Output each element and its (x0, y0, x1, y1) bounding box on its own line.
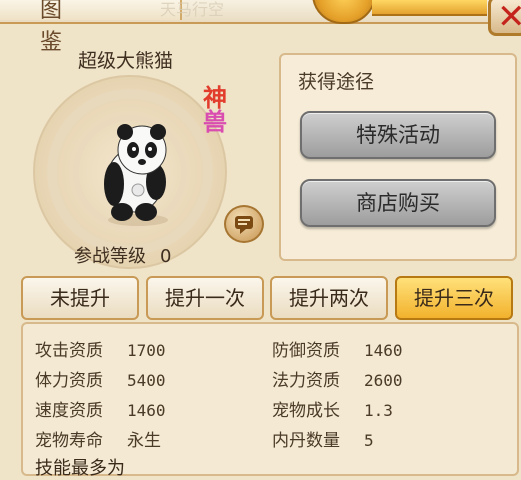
stat-label: 法力资质 (272, 371, 340, 391)
acquire-panel: 获得途径 特殊活动 商店购买 (279, 53, 517, 261)
stat-speed: 速度资质 1460 (35, 396, 166, 421)
stat-mana: 法力资质 2600 (272, 366, 403, 391)
stat-label: 宠物寿命 (35, 431, 103, 451)
stat-value: 1700 (127, 341, 166, 360)
stat-label: 防御资质 (272, 341, 340, 361)
stat-label: 宠物成长 (272, 401, 340, 421)
acquire-title: 获得途径 (298, 71, 375, 93)
stat-value: 5 (364, 431, 374, 450)
close-button[interactable]: ✕ (488, 0, 521, 37)
stat-attack: 攻击资质 1700 (35, 336, 166, 361)
stats-panel: 攻击资质 1700 体力资质 5400 速度资质 1460 宠物寿命 永生 防御资质 14… (21, 322, 519, 479)
header-decor-text: 天马行空 (160, 0, 225, 19)
close-icon: ✕ (497, 0, 521, 37)
stat-label: 体力资质 (35, 371, 103, 391)
shop-buy-button[interactable]: 商店购买 (300, 179, 496, 227)
stat-label: 攻击资质 (35, 341, 103, 361)
tab-no-upgrade[interactable]: 未提升 (21, 276, 139, 320)
stat-stamina: 体力资质 5400 (35, 366, 166, 391)
stat-lifespan: 宠物寿命 永生 (35, 426, 161, 451)
stat-value: 1460 (127, 401, 166, 420)
pet-name: 超级大熊猫 (78, 50, 174, 72)
stat-label: 速度资质 (35, 401, 103, 421)
tab-upgrade-thrice[interactable]: 提升三次 (395, 276, 513, 320)
chat-bubble-icon (235, 216, 253, 234)
stat-value: 永生 (127, 431, 161, 451)
stat-label: 内丹数量 (272, 431, 340, 451)
battle-level: 参战等级 0 (74, 242, 171, 268)
chat-button[interactable] (224, 205, 264, 243)
tab-upgrade-twice[interactable]: 提升两次 (270, 276, 388, 320)
stat-value: 2600 (364, 371, 403, 390)
battle-level-value: 0 (160, 246, 172, 267)
special-event-button[interactable]: 特殊活动 (300, 111, 496, 159)
rarity-char-2: 兽 (203, 107, 227, 136)
battle-level-label: 参战等级 (74, 246, 146, 267)
stat-growth: 宠物成长 1.3 (272, 396, 393, 421)
skills-label: 技能最多为 (35, 458, 125, 479)
rarity-badge: 神 兽 (198, 86, 232, 134)
header-ornament-bar (372, 0, 487, 16)
stat-value: 5400 (127, 371, 166, 390)
stat-defense: 防御资质 1460 (272, 336, 403, 361)
stat-inner-core: 内丹数量 5 (272, 426, 374, 451)
stat-value: 1.3 (364, 401, 393, 420)
stat-value: 1460 (364, 341, 403, 360)
title-box: 图 鉴 (0, 0, 182, 55)
tab-upgrade-once[interactable]: 提升一次 (146, 276, 264, 320)
